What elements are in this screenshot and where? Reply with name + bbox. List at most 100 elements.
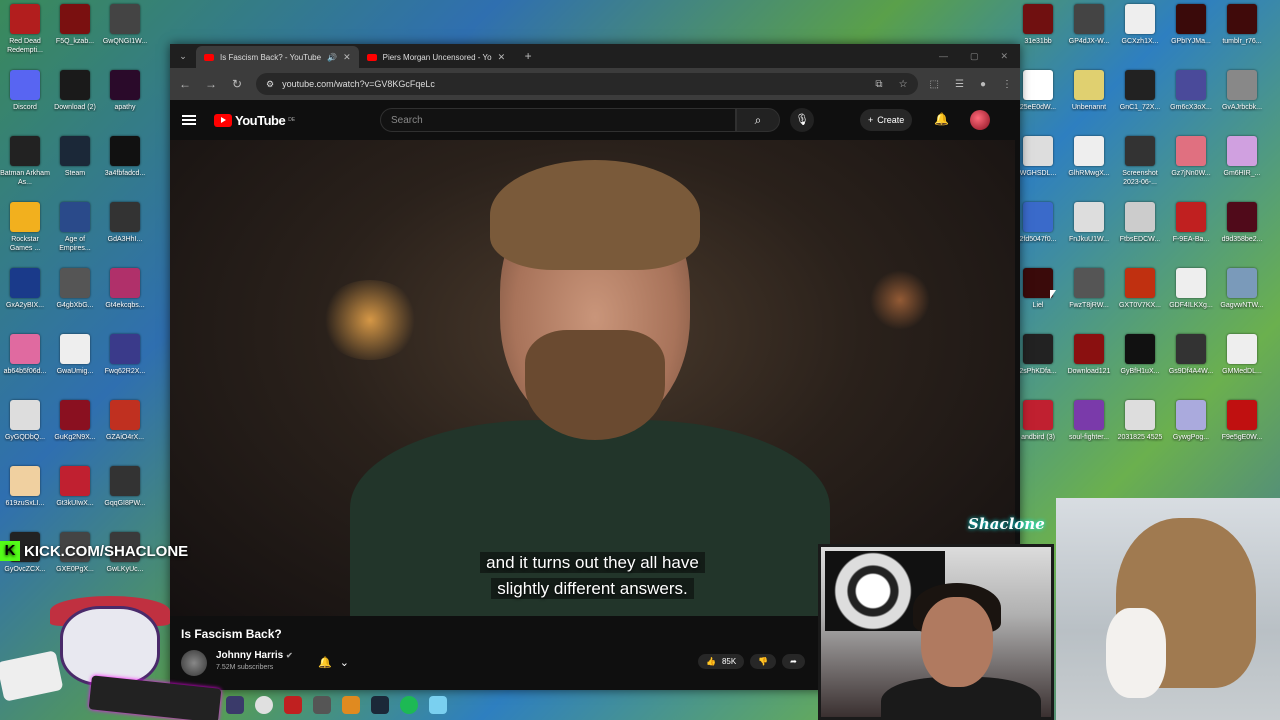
- desktop-icon[interactable]: GuKg2N9X...: [50, 396, 100, 462]
- desktop-icon[interactable]: GDF4ILKXg...: [1166, 264, 1216, 330]
- youtube-logo[interactable]: YouTube DE: [214, 113, 295, 128]
- desktop-icon[interactable]: Steam: [50, 132, 100, 198]
- desktop-icon[interactable]: 25eE0dW...: [1013, 66, 1063, 132]
- desktop-icon[interactable]: GywgPog...: [1166, 396, 1216, 462]
- chrome-icon[interactable]: [255, 696, 273, 714]
- steam-icon[interactable]: [371, 696, 389, 714]
- share-button[interactable]: ➦: [782, 653, 805, 669]
- notepad-icon[interactable]: [429, 696, 447, 714]
- desktop-icon[interactable]: GPbIYJMa...: [1166, 0, 1216, 66]
- desktop-icon[interactable]: 2fd5047f0...: [1013, 198, 1063, 264]
- desktop-icon[interactable]: GXT0V7KX...: [1115, 264, 1165, 330]
- tab-search-icon[interactable]: ⌄: [176, 51, 190, 62]
- menu-icon[interactable]: ⋮: [1002, 79, 1012, 90]
- desktop-icon[interactable]: G4gbXbG...: [50, 264, 100, 330]
- desktop-icon[interactable]: apathy: [100, 66, 150, 132]
- reload-icon[interactable]: ↻: [230, 77, 244, 91]
- desktop-icon[interactable]: Gt4ekcqbs...: [100, 264, 150, 330]
- tab-is-fascism-back[interactable]: Is Fascism Back? - YouTube 🔊 ✕: [196, 46, 359, 68]
- desktop-icon[interactable]: Unbenannt: [1064, 66, 1114, 132]
- subscription-bell-button[interactable]: 🔔 ⌄: [318, 652, 352, 672]
- desktop-icon[interactable]: F5Q_kzab...: [50, 0, 100, 66]
- like-button[interactable]: 👍 85K: [698, 653, 745, 669]
- desktop-icon[interactable]: FnJkuU1W...: [1064, 198, 1114, 264]
- desktop-icon[interactable]: GwQNGI1W...: [100, 0, 150, 66]
- desktop-icon[interactable]: 2031825 4525: [1115, 396, 1165, 462]
- desktop-icon[interactable]: GlhRMwgX...: [1064, 132, 1114, 198]
- voice-search-button[interactable]: 🎙: [790, 108, 814, 132]
- desktop-icon[interactable]: GqqGI8PW...: [100, 462, 150, 528]
- media-icon[interactable]: ☰: [955, 79, 964, 90]
- desktop-icon[interactable]: GyGQDbQ...: [0, 396, 50, 462]
- desktop-icon[interactable]: WGHSDL...: [1013, 132, 1063, 198]
- desktop-icon[interactable]: Gz7jNn0W...: [1166, 132, 1216, 198]
- site-info-icon[interactable]: ⚙: [266, 79, 274, 90]
- desktop-icon[interactable]: GZAiO4rX...: [100, 396, 150, 462]
- desktop-icon[interactable]: F9e5gE0W...: [1217, 396, 1267, 462]
- desktop-icon[interactable]: Red Dead Redempti...: [0, 0, 50, 66]
- desktop-icon[interactable]: GvAJrbcbk...: [1217, 66, 1267, 132]
- desktop-icon[interactable]: Gm6HIR_...: [1217, 132, 1267, 198]
- dislike-button[interactable]: 👎: [750, 653, 777, 669]
- speaker-icon[interactable]: 🔊: [327, 53, 337, 62]
- forward-icon[interactable]: →: [204, 77, 218, 91]
- desktop-icon[interactable]: Gs9Df4A4W...: [1166, 330, 1216, 396]
- notifications-bell-icon[interactable]: 🔔: [934, 112, 949, 126]
- new-tab-icon[interactable]: +: [521, 49, 535, 63]
- desktop-icon[interactable]: GP4dJX-W...: [1064, 0, 1114, 66]
- maximize-icon[interactable]: ▢: [970, 51, 979, 62]
- account-avatar[interactable]: [970, 110, 990, 130]
- desktop-icon[interactable]: Age of Empires...: [50, 198, 100, 264]
- desktop-icon[interactable]: 619zuSxLI...: [0, 462, 50, 528]
- close-tab-icon[interactable]: ✕: [498, 52, 506, 63]
- desktop-icon[interactable]: GxA2yBIX...: [0, 264, 50, 330]
- extensions-icon[interactable]: ⬚: [930, 79, 939, 90]
- minimize-icon[interactable]: —: [939, 51, 948, 62]
- desktop-icon[interactable]: F-9EA-Ba...: [1166, 198, 1216, 264]
- desktop-icon[interactable]: Screenshot 2023-06-...: [1115, 132, 1165, 198]
- hamburger-menu-icon[interactable]: [182, 115, 196, 125]
- desktop-icon[interactable]: GagvwNTW...: [1217, 264, 1267, 330]
- desktop-icon[interactable]: GnC1_72X...: [1115, 66, 1165, 132]
- desktop-icon[interactable]: FwzT8jRW...: [1064, 264, 1114, 330]
- desktop-icon[interactable]: andbird (3): [1013, 396, 1063, 462]
- close-tab-icon[interactable]: ✕: [343, 52, 351, 63]
- desktop-icon[interactable]: GCXzh1X...: [1115, 0, 1165, 66]
- app-icon[interactable]: [226, 696, 244, 714]
- search-button[interactable]: ⌕: [736, 108, 780, 132]
- desktop-icon[interactable]: Gt3kUIwX...: [50, 462, 100, 528]
- desktop-icon[interactable]: Batman Arkham As...: [0, 132, 50, 198]
- java-icon[interactable]: [342, 696, 360, 714]
- tab-piers-morgan[interactable]: Piers Morgan Uncensored - Yo ✕: [359, 46, 514, 68]
- back-icon[interactable]: ←: [178, 77, 192, 91]
- desktop-icon[interactable]: ab64b5f06d...: [0, 330, 50, 396]
- desktop-icon[interactable]: 2sPhKDfa...: [1013, 330, 1063, 396]
- desktop-icon[interactable]: GMMedDL...: [1217, 330, 1267, 396]
- desktop-icon[interactable]: Gm6cX3oX...: [1166, 66, 1216, 132]
- desktop-icon[interactable]: GdA3HhI...: [100, 198, 150, 264]
- profile-icon[interactable]: ●: [980, 79, 986, 90]
- desktop-icon[interactable]: GwaUmig...: [50, 330, 100, 396]
- desktop-icon[interactable]: GyBfH1uX...: [1115, 330, 1165, 396]
- desktop-icon[interactable]: tumblr_r76...: [1217, 0, 1267, 66]
- desktop-icon[interactable]: 3a4fbfadcd...: [100, 132, 150, 198]
- bookmark-star-icon[interactable]: ☆: [899, 79, 908, 90]
- spotify-icon[interactable]: [400, 696, 418, 714]
- search-input[interactable]: Search: [380, 108, 736, 132]
- desktop-icon[interactable]: Rockstar Games ...: [0, 198, 50, 264]
- desktop-icon[interactable]: FtbsEDCW...: [1115, 198, 1165, 264]
- close-window-icon[interactable]: ✕: [1000, 51, 1008, 62]
- desktop-icon[interactable]: Fwq62R2X...: [100, 330, 150, 396]
- desktop-icon[interactable]: 31e31bb: [1013, 0, 1063, 66]
- desktop-icon-thumbnail: [1074, 400, 1104, 430]
- desktop-icon[interactable]: d9d358be2...: [1217, 198, 1267, 264]
- desktop-icon[interactable]: soul-fighter...: [1064, 396, 1114, 462]
- red-app-icon[interactable]: [284, 696, 302, 714]
- desktop-icon[interactable]: Download (2): [50, 66, 100, 132]
- cast-icon[interactable]: ⧉: [875, 79, 882, 90]
- create-button[interactable]: + Create: [860, 109, 913, 131]
- desktop-icon[interactable]: Download121: [1064, 330, 1114, 396]
- address-bar[interactable]: ⚙ youtube.com/watch?v=GV8KGcFqeLc ⧉ ☆: [256, 73, 918, 95]
- desktop-icon[interactable]: Discord: [0, 66, 50, 132]
- game-icon[interactable]: [313, 696, 331, 714]
